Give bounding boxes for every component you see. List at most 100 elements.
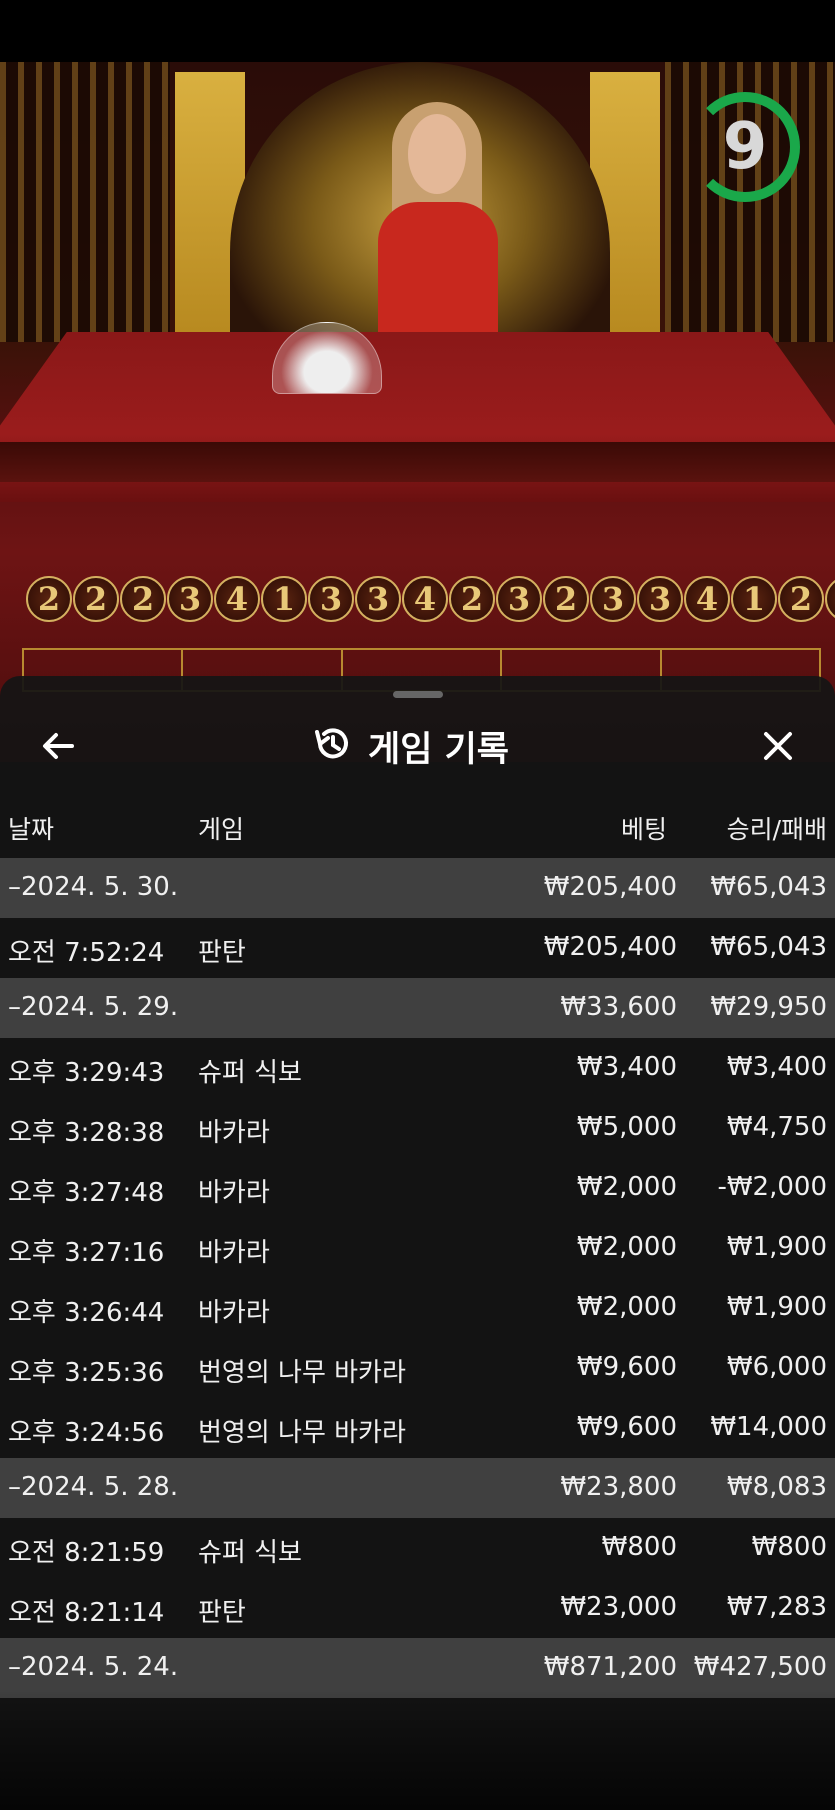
roadmap-bead: 2 xyxy=(778,576,824,622)
row-winloss: ₩14,000 xyxy=(710,1412,827,1442)
close-icon[interactable] xyxy=(756,724,800,768)
row-winloss: ₩427,500 xyxy=(693,1652,827,1682)
date-group-row[interactable]: –2024. 5. 30. ₩205,400 ₩65,043 xyxy=(0,858,835,918)
row-game: 슈퍼 식보 xyxy=(198,1058,302,1088)
row-date: 오후 3:24:56 xyxy=(8,1418,165,1448)
row-bet: ₩23,000 xyxy=(560,1592,677,1622)
row-bet: ₩205,400 xyxy=(543,872,677,902)
roadmap-bead: 2 xyxy=(449,576,495,622)
row-winloss: ₩4,750 xyxy=(726,1112,827,1142)
row-date: 오후 3:25:36 xyxy=(8,1358,165,1388)
row-date: –2024. 5. 30. xyxy=(8,872,179,902)
history-row: 오전 8:21:59 슈퍼 식보 ₩800 ₩800 xyxy=(0,1518,835,1578)
row-game: 바카라 xyxy=(198,1238,270,1268)
date-group-row[interactable]: –2024. 5. 29. ₩33,600 ₩29,950 xyxy=(0,978,835,1038)
row-bet: ₩3,400 xyxy=(576,1052,677,1082)
row-game: 판탄 xyxy=(198,938,246,968)
history-row: 오후 3:28:38 바카라 ₩5,000 ₩4,750 xyxy=(0,1098,835,1158)
drag-handle[interactable] xyxy=(393,691,443,698)
history-row: 오전 8:21:14 판탄 ₩23,000 ₩7,283 xyxy=(0,1578,835,1638)
roadmap-bead: 3 xyxy=(590,576,636,622)
row-date: 오전 7:52:24 xyxy=(8,938,165,968)
row-bet: ₩2,000 xyxy=(576,1172,677,1202)
row-winloss: ₩29,950 xyxy=(710,992,827,1022)
roadmap-bead: 4 xyxy=(402,576,448,622)
row-bet: ₩205,400 xyxy=(543,932,677,962)
game-history-sheet: 게임 기록 날짜 게임 베팅 승리/패배 –2024. 5. 30. ₩205,4… xyxy=(0,676,835,1810)
row-game: 판탄 xyxy=(198,1598,246,1628)
roadmap-bead: 3 xyxy=(496,576,542,622)
sheet-title: 게임 기록 xyxy=(368,729,509,770)
roadmap-bead: 2 xyxy=(73,576,119,622)
row-winloss: ₩1,900 xyxy=(726,1292,827,1322)
roadmap-bead: 4 xyxy=(825,576,835,622)
row-winloss: ₩65,043 xyxy=(710,932,827,962)
roadmap-bead: 3 xyxy=(355,576,401,622)
column-bet: 베팅 xyxy=(620,815,667,844)
row-bet: ₩800 xyxy=(601,1532,677,1562)
row-winloss: ₩3,400 xyxy=(726,1052,827,1082)
roadmap-bead: 2 xyxy=(26,576,72,622)
results-roadmap: 222341334232334124 xyxy=(26,576,835,628)
column-date: 날짜 xyxy=(8,815,55,844)
history-row: 오후 3:27:48 바카라 ₩2,000 -₩2,000 xyxy=(0,1158,835,1218)
bottom-fade xyxy=(0,1690,835,1810)
sheet-header: 게임 기록 xyxy=(0,714,835,786)
roadmap-bead: 2 xyxy=(120,576,166,622)
row-date: –2024. 5. 24. xyxy=(8,1652,179,1682)
status-bar xyxy=(0,0,835,62)
arrow-left-icon[interactable] xyxy=(36,724,80,768)
roadmap-bead: 4 xyxy=(684,576,730,622)
table-header: 날짜 게임 베팅 승리/패배 xyxy=(0,804,835,844)
row-winloss: ₩6,000 xyxy=(726,1352,827,1382)
row-date: 오후 3:27:16 xyxy=(8,1238,165,1268)
row-winloss: ₩1,900 xyxy=(726,1232,827,1262)
row-bet: ₩5,000 xyxy=(576,1112,677,1142)
row-date: 오후 3:28:38 xyxy=(8,1118,165,1148)
history-list: –2024. 5. 30. ₩205,400 ₩65,043 오전 7:52:24 판탄… xyxy=(0,858,835,1698)
roadmap-bead: 4 xyxy=(214,576,260,622)
date-group-row[interactable]: –2024. 5. 24. ₩871,200 ₩427,500 xyxy=(0,1638,835,1698)
row-bet: ₩23,800 xyxy=(560,1472,677,1502)
sheet-title-group: 게임 기록 xyxy=(312,724,509,770)
row-game: 슈퍼 식보 xyxy=(198,1538,302,1568)
row-game: 바카라 xyxy=(198,1298,270,1328)
history-row: 오후 3:29:43 슈퍼 식보 ₩3,400 ₩3,400 xyxy=(0,1038,835,1098)
date-group-row[interactable]: –2024. 5. 28. ₩23,800 ₩8,083 xyxy=(0,1458,835,1518)
row-bet: ₩2,000 xyxy=(576,1292,677,1322)
row-date: –2024. 5. 29. xyxy=(8,992,179,1022)
row-bet: ₩33,600 xyxy=(560,992,677,1022)
column-game: 게임 xyxy=(198,815,245,844)
row-winloss: ₩65,043 xyxy=(710,872,827,902)
history-row: 오후 3:25:36 번영의 나무 바카라 ₩9,600 ₩6,000 xyxy=(0,1338,835,1398)
history-icon xyxy=(312,724,352,768)
history-row: 오후 3:27:16 바카라 ₩2,000 ₩1,900 xyxy=(0,1218,835,1278)
row-date: 오후 3:26:44 xyxy=(8,1298,165,1328)
row-winloss: ₩8,083 xyxy=(726,1472,827,1502)
row-date: 오전 8:21:14 xyxy=(8,1598,165,1628)
row-game: 번영의 나무 바카라 xyxy=(198,1358,406,1388)
roadmap-bead: 3 xyxy=(637,576,683,622)
row-date: –2024. 5. 28. xyxy=(8,1472,179,1502)
countdown-timer: 9 xyxy=(722,110,768,184)
row-bet: ₩9,600 xyxy=(576,1352,677,1382)
row-game: 번영의 나무 바카라 xyxy=(198,1418,406,1448)
row-winloss: ₩800 xyxy=(751,1532,827,1562)
history-row: 오후 3:26:44 바카라 ₩2,000 ₩1,900 xyxy=(0,1278,835,1338)
row-winloss: -₩2,000 xyxy=(717,1172,827,1202)
history-row: 오전 7:52:24 판탄 ₩205,400 ₩65,043 xyxy=(0,918,835,978)
row-game: 바카라 xyxy=(198,1178,270,1208)
row-bet: ₩9,600 xyxy=(576,1412,677,1442)
roadmap-bead: 1 xyxy=(731,576,777,622)
dealer-head xyxy=(408,114,466,194)
roadmap-bead: 1 xyxy=(261,576,307,622)
row-game: 바카라 xyxy=(198,1118,270,1148)
row-date: 오후 3:27:48 xyxy=(8,1178,165,1208)
table-edge xyxy=(0,442,835,482)
row-bet: ₩2,000 xyxy=(576,1232,677,1262)
roadmap-bead: 3 xyxy=(308,576,354,622)
roadmap-bead: 3 xyxy=(167,576,213,622)
history-row: 오후 3:24:56 번영의 나무 바카라 ₩9,600 ₩14,000 xyxy=(0,1398,835,1458)
row-date: 오전 8:21:59 xyxy=(8,1538,165,1568)
column-winloss: 승리/패배 xyxy=(726,815,827,844)
